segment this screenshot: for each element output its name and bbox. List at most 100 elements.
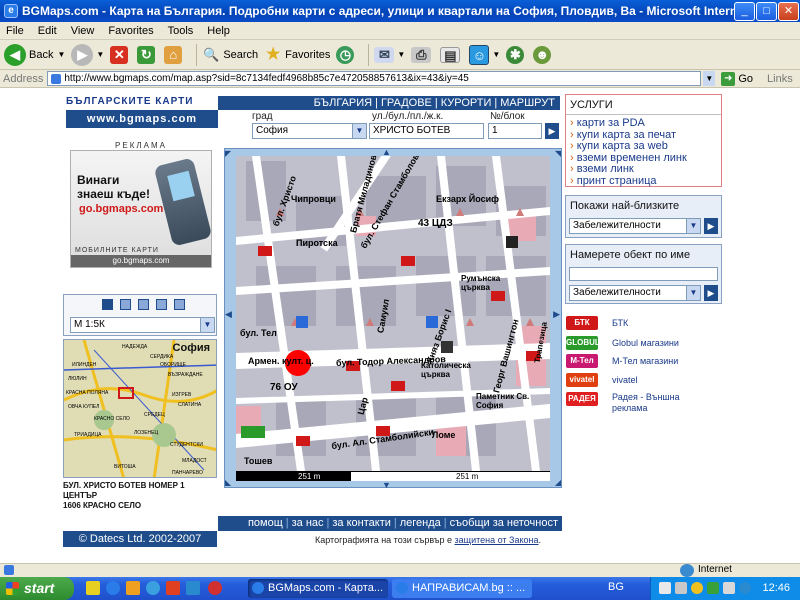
search-button[interactable]: 🔍 Search xyxy=(202,44,258,66)
number-label: №/блок xyxy=(490,111,525,122)
quicklaunch-icon[interactable] xyxy=(166,581,180,595)
menu-file[interactable]: File xyxy=(6,25,24,37)
url-dropdown-arrow[interactable]: ▼ xyxy=(703,71,716,86)
menu-view[interactable]: View xyxy=(71,25,95,37)
zoom-level-4[interactable] xyxy=(156,299,167,310)
messenger-button[interactable]: ☺ ▼ xyxy=(469,44,500,65)
back-button[interactable]: ◀ Back ▼ xyxy=(4,43,65,66)
nav-resorts[interactable]: КУРОРТИ xyxy=(441,97,492,109)
print-button[interactable]: ⎙ xyxy=(411,46,434,63)
legend-vivatel[interactable]: vivatel vivatel xyxy=(566,373,638,387)
quicklaunch-icon[interactable] xyxy=(146,581,160,595)
address-line1: БУЛ. ХРИСТО БОТЕВ НОМЕР 1 xyxy=(63,481,185,490)
quicklaunch-icon[interactable] xyxy=(86,581,100,595)
minimize-button[interactable]: _ xyxy=(734,2,755,21)
pan-southwest-arrow[interactable]: ◣ xyxy=(225,478,231,487)
tray-icon[interactable] xyxy=(739,582,751,594)
users-button[interactable]: ☻ xyxy=(533,45,554,64)
ie-quicklaunch-icon[interactable] xyxy=(106,581,120,595)
nav-cities[interactable]: ГРАДОВЕ xyxy=(381,97,432,109)
nav-contacts[interactable]: за контакти xyxy=(332,517,391,529)
tray-icon[interactable] xyxy=(659,582,671,594)
legend-radeya[interactable]: РАДЕЯ Радея - Външна реклама xyxy=(566,392,690,414)
nearest-select[interactable]: Забележителности ▼ xyxy=(569,218,701,234)
pan-northwest-arrow[interactable]: ◤ xyxy=(225,149,231,158)
find-go-button[interactable]: ▶ xyxy=(704,285,718,301)
url-input[interactable]: http://www.bgmaps.com/map.asp?sid=8c7134… xyxy=(47,71,702,86)
nearest-go-button[interactable]: ▶ xyxy=(704,218,718,234)
search-go-button[interactable]: ▶ xyxy=(545,123,559,139)
research-button[interactable]: ✱ xyxy=(506,45,527,64)
brand-url[interactable]: www.bgmaps.com xyxy=(66,110,218,128)
links-label[interactable]: Links xyxy=(767,73,793,85)
window-title-bar[interactable]: e BGMaps.com - Карта на България. Подроб… xyxy=(0,0,800,22)
nav-bulgaria[interactable]: БЪЛГАРИЯ xyxy=(314,97,373,109)
zoom-level-1[interactable] xyxy=(102,299,113,310)
nav-route[interactable]: МАРШРУТ xyxy=(500,97,555,109)
forward-button[interactable]: ▶ ▼ xyxy=(71,43,104,66)
nav-separator: | xyxy=(375,97,378,109)
number-input[interactable]: 1 xyxy=(488,123,542,139)
service-print-page[interactable]: › принт страница xyxy=(566,175,721,188)
district-label: СРЕДЕЦ xyxy=(144,412,165,418)
district-label: ТРИАДИЦА xyxy=(74,432,102,438)
map-scale-bar: 251 m 251 m xyxy=(236,471,550,481)
street-map[interactable]: бул. Христо Чипровци Братя Миладинови бу… xyxy=(236,156,550,471)
scale-select[interactable]: М 1:5К ▼ xyxy=(70,317,215,333)
pan-east-arrow[interactable]: ▶ xyxy=(553,309,560,320)
legend-mtel[interactable]: M-Тел М-Тел магазини xyxy=(566,354,678,368)
home-button[interactable]: ⌂ xyxy=(164,45,185,64)
quicklaunch-icon[interactable] xyxy=(126,581,140,595)
nav-report[interactable]: съобщи за неточност xyxy=(450,517,558,529)
legend-globul[interactable]: GLOBUL Globul магазини xyxy=(566,336,679,350)
menu-edit[interactable]: Edit xyxy=(38,25,57,37)
tray-icon[interactable] xyxy=(675,582,687,594)
page-icon xyxy=(51,73,62,84)
volume-icon[interactable] xyxy=(723,582,735,594)
zoom-level-2[interactable] xyxy=(120,299,131,310)
mail-button[interactable]: ✉ ▼ xyxy=(374,46,405,63)
street-input[interactable]: ХРИСТО БОТЕВ xyxy=(369,123,484,139)
tray-icon[interactable] xyxy=(707,582,719,594)
language-indicator[interactable]: BG xyxy=(608,581,624,593)
radeya-logo: РАДЕЯ xyxy=(566,392,598,406)
menu-bar: File Edit View Favorites Tools Help xyxy=(0,22,800,40)
maximize-button[interactable]: □ xyxy=(756,2,777,21)
legend-btk[interactable]: БТК БТК xyxy=(566,316,628,330)
overview-map[interactable]: София НАДЕЖДА СЕРДИКА ИЛИНДЕН ОБОРИЩЕ ЛЮ… xyxy=(63,339,217,478)
zoom-level-5[interactable] xyxy=(174,299,185,310)
city-select[interactable]: София ▼ xyxy=(252,123,367,139)
pan-southeast-arrow[interactable]: ◢ xyxy=(555,478,561,487)
find-select[interactable]: Забележителности ▼ xyxy=(569,285,701,301)
close-button[interactable]: ✕ xyxy=(778,2,799,21)
clock[interactable]: 12:46 xyxy=(762,582,790,594)
menu-help[interactable]: Help xyxy=(207,25,230,37)
history-button[interactable]: ◷ xyxy=(336,45,357,64)
task-label: BGMaps.com - Карта... xyxy=(268,582,384,594)
menu-tools[interactable]: Tools xyxy=(168,25,194,37)
task-bgmaps[interactable]: BGMaps.com - Карта... xyxy=(248,579,388,598)
nav-legend[interactable]: легенда xyxy=(400,517,441,529)
legend-text: Радея - Външна реклама xyxy=(612,392,680,413)
pan-south-arrow[interactable]: ▼ xyxy=(382,480,391,490)
tray-icon[interactable] xyxy=(691,582,703,594)
find-input[interactable] xyxy=(569,267,718,281)
menu-favorites[interactable]: Favorites xyxy=(108,25,153,37)
nav-help[interactable]: помощ xyxy=(248,517,283,529)
footer-law-link[interactable]: защитена от Закона xyxy=(455,535,539,545)
ad-banner[interactable]: Винаги знаеш къде! go.bgmaps.com МОБИЛНИТ… xyxy=(70,150,213,268)
favorites-button[interactable]: ★ Favorites xyxy=(264,44,330,66)
edit-button[interactable]: ▤ xyxy=(440,46,463,63)
nav-about[interactable]: за нас xyxy=(292,517,324,529)
zoom-level-3[interactable] xyxy=(138,299,149,310)
task-napravisam[interactable]: НАПРАВИСАМ.bg :: ... xyxy=(392,579,532,598)
refresh-button[interactable]: ↻ xyxy=(137,45,158,64)
go-button[interactable]: ➜ Go xyxy=(721,71,753,86)
start-button[interactable]: start xyxy=(0,577,74,600)
pan-west-arrow[interactable]: ◀ xyxy=(225,309,232,320)
pan-northeast-arrow[interactable]: ◥ xyxy=(555,149,561,158)
stop-button[interactable]: ✕ xyxy=(110,45,131,64)
quicklaunch-icon[interactable] xyxy=(186,581,200,595)
stop-icon: ✕ xyxy=(110,45,129,64)
quicklaunch-icon[interactable] xyxy=(208,581,222,595)
